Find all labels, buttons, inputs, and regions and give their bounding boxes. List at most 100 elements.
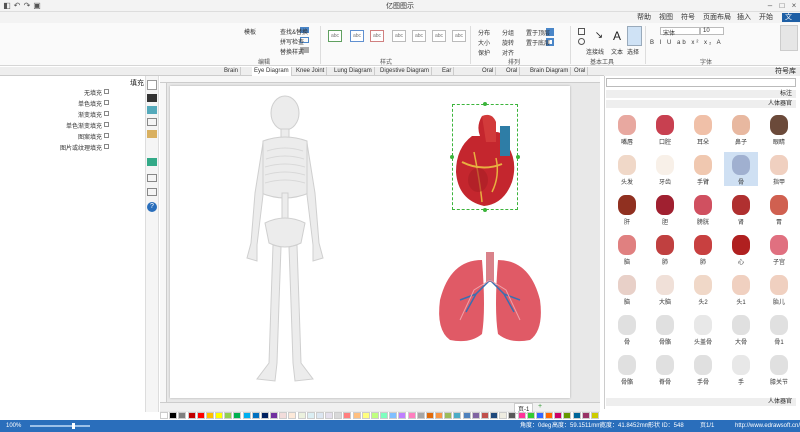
close-icon[interactable]: × (790, 2, 798, 10)
palette-swatch[interactable] (297, 412, 306, 419)
palette-swatch[interactable] (370, 412, 379, 419)
library-item[interactable]: 肾 (724, 192, 758, 226)
arrange-group[interactable]: 分组 (502, 28, 514, 37)
heart-shape[interactable] (452, 112, 520, 210)
library-item[interactable]: 手 (724, 352, 758, 386)
paste-button[interactable] (780, 25, 798, 51)
library-item[interactable]: 心 (724, 232, 758, 266)
resize-handle[interactable] (483, 208, 487, 212)
palette-swatch[interactable] (572, 412, 581, 419)
palette-swatch[interactable] (315, 412, 324, 419)
lungs-shape[interactable] (430, 250, 550, 346)
tab-digestive-diagram[interactable]: Digestive Diagram (378, 67, 433, 76)
palette-swatch[interactable] (499, 412, 508, 419)
palette-swatch[interactable] (462, 412, 471, 419)
redo-icon[interactable]: ↷ (23, 2, 31, 10)
library-item[interactable]: 脑 (610, 272, 644, 306)
text-tool-icon[interactable]: A (611, 28, 623, 44)
palette-swatch[interactable] (224, 412, 233, 419)
library-item[interactable]: 子宫 (762, 232, 796, 266)
library-item[interactable]: 手骨 (686, 352, 720, 386)
library-item[interactable]: 嘴唇 (610, 112, 644, 146)
arrange-align[interactable]: 对齐 (502, 48, 514, 57)
tab-ear[interactable]: Ear (440, 67, 455, 76)
library-item[interactable]: 头发 (610, 152, 644, 186)
library-item[interactable]: 脑 (610, 232, 644, 266)
menu-home[interactable]: 开始 (756, 13, 776, 22)
palette-swatch[interactable] (306, 412, 315, 419)
history-tool-icon[interactable] (147, 188, 157, 196)
edit-replace-style[interactable]: 替换样式 (280, 47, 304, 56)
palette-swatch[interactable] (453, 412, 462, 419)
library-section-organs[interactable]: 人体器官 (606, 100, 796, 108)
select-tool-button[interactable] (627, 26, 642, 46)
library-item[interactable]: 头1 (724, 272, 758, 306)
library-item[interactable]: 胆 (648, 192, 682, 226)
arrange-size[interactable]: 大小 (478, 38, 490, 47)
fill-option-radio[interactable] (104, 144, 109, 149)
library-item[interactable]: 骨骼 (648, 312, 682, 346)
library-item[interactable]: 肝 (610, 192, 644, 226)
library-item[interactable]: 脊骨 (648, 352, 682, 386)
image-tool-icon[interactable] (147, 130, 157, 138)
palette-swatch[interactable] (444, 412, 453, 419)
palette-swatch[interactable] (288, 412, 297, 419)
save-icon[interactable]: ▣ (33, 2, 41, 10)
library-item[interactable]: 大脑 (648, 272, 682, 306)
tab-brain[interactable]: Brain (222, 67, 242, 76)
tab-oral-3[interactable]: Oral (480, 67, 497, 76)
add-page-icon[interactable]: + (538, 403, 542, 410)
palette-swatch[interactable] (260, 412, 269, 419)
library-item[interactable]: 眼睛 (762, 112, 796, 146)
library-item[interactable]: 胎儿 (762, 272, 796, 306)
library-item[interactable]: 头2 (686, 272, 720, 306)
library-item[interactable]: 肺 (686, 232, 720, 266)
status-url[interactable]: http://www.edrawsoft.cn/ (735, 420, 800, 432)
style-swatch-1[interactable]: abc (452, 30, 466, 42)
palette-swatch[interactable] (361, 412, 370, 419)
style-swatch-4[interactable]: abc (392, 30, 406, 42)
fill-option-radio[interactable] (104, 122, 109, 127)
library-item[interactable]: 鼻子 (724, 112, 758, 146)
palette-swatch[interactable] (435, 412, 444, 419)
fill-tool-icon[interactable] (147, 80, 157, 90)
resize-handle[interactable] (450, 155, 454, 159)
library-item[interactable]: 手臂 (686, 152, 720, 186)
library-item[interactable]: 大骨 (724, 312, 758, 346)
style-swatch-5[interactable]: abc (370, 30, 384, 42)
fill-option-radio[interactable] (104, 100, 109, 105)
library-item[interactable]: 骨1 (762, 312, 796, 346)
arrange-protect[interactable]: 保护 (478, 48, 490, 57)
page-tool-icon[interactable] (147, 118, 157, 126)
library-item[interactable]: 肺 (648, 232, 682, 266)
palette-swatch[interactable] (178, 412, 187, 419)
edit-find-replace[interactable]: 查找&替换 (280, 27, 308, 36)
shadow-tool-icon[interactable] (147, 106, 157, 114)
style-swatch-2[interactable]: abc (432, 30, 446, 42)
arrange-rotate[interactable]: 旋转 (502, 38, 514, 47)
library-item[interactable]: 指甲 (762, 152, 796, 186)
palette-swatch[interactable] (416, 412, 425, 419)
rectangle-shape-icon[interactable] (578, 28, 585, 35)
palette-swatch[interactable] (590, 412, 599, 419)
library-item[interactable]: 骨骼 (610, 352, 644, 386)
palette-swatch[interactable] (545, 412, 554, 419)
palette-swatch[interactable] (279, 412, 288, 419)
palette-swatch[interactable] (398, 412, 407, 419)
tab-knee-joint[interactable]: Knee Joint (294, 67, 328, 76)
library-item[interactable]: 牙齿 (648, 152, 682, 186)
library-item[interactable]: 耳朵 (686, 112, 720, 146)
tab-oral-2[interactable]: Oral (504, 67, 521, 76)
palette-swatch[interactable] (205, 412, 214, 419)
connector-tool-icon[interactable]: ↘ (592, 28, 606, 44)
library-item[interactable]: 胃 (762, 192, 796, 226)
menu-insert[interactable]: 插入 (734, 13, 754, 22)
library-item[interactable]: 口腔 (648, 112, 682, 146)
palette-swatch[interactable] (508, 412, 517, 419)
library-section-callouts[interactable]: 标注 (606, 90, 796, 98)
palette-swatch[interactable] (343, 412, 352, 419)
zoom-slider-thumb[interactable] (72, 423, 75, 429)
tab-eye-diagram[interactable]: Eye Diagram (252, 67, 292, 76)
menu-help[interactable]: 帮助 (634, 13, 654, 22)
palette-swatch[interactable] (380, 412, 389, 419)
